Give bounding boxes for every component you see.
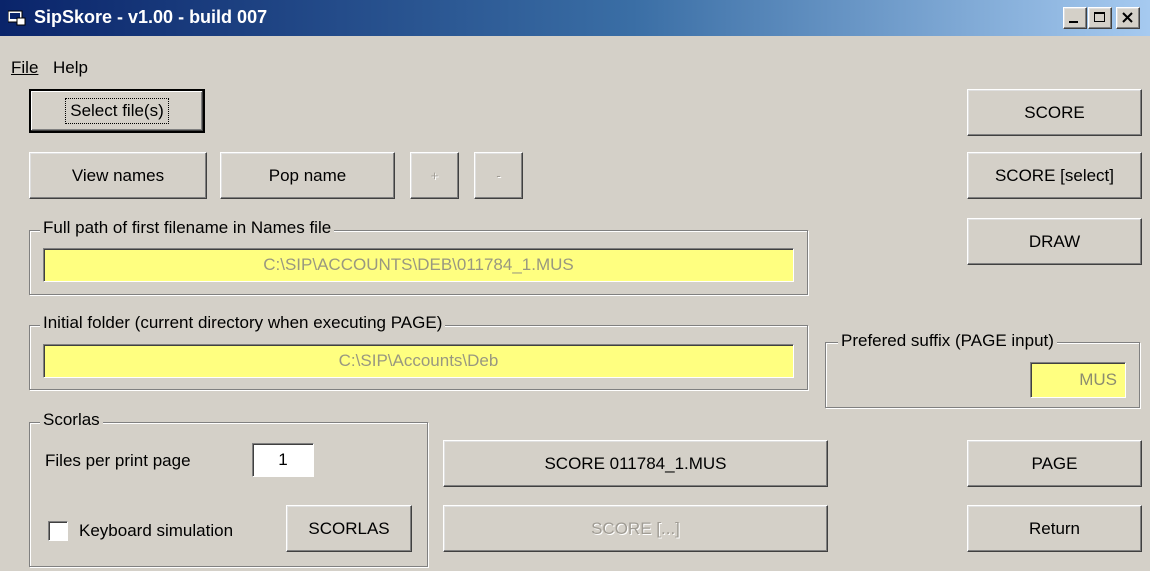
files-per-page-label: Files per print page: [45, 451, 191, 470]
view-names-button[interactable]: View names: [29, 152, 207, 199]
view-names-label: View names: [71, 165, 165, 185]
full-path-label: Full path of first filename in Names fil…: [40, 218, 335, 238]
window-title: SipSkore - v1.00 - build 007: [34, 7, 268, 27]
initial-folder-label: Initial folder (current directory when e…: [40, 313, 446, 333]
menu-file-label: File: [11, 58, 39, 77]
close-icon: [1122, 12, 1133, 23]
minus-label: -: [496, 168, 501, 183]
app-icon: [7, 10, 26, 26]
draw-button[interactable]: DRAW: [967, 218, 1142, 265]
return-button[interactable]: Return: [967, 505, 1142, 552]
full-path-value: C:\SIP\ACCOUNTS\DEB\011784_1.MUS: [263, 255, 574, 274]
suffix-value: MUS: [1079, 370, 1117, 389]
scorlas-label: Scorlas: [40, 410, 103, 430]
score-select-label: SCORE [select]: [994, 165, 1115, 185]
initial-folder-value: C:\SIP\Accounts\Deb: [338, 351, 499, 370]
keyboard-simulation-checkbox[interactable]: [48, 521, 68, 541]
full-path-field[interactable]: C:\SIP\ACCOUNTS\DEB\011784_1.MUS: [43, 248, 794, 282]
files-per-page-value: 1: [278, 450, 288, 469]
maximize-icon: [1094, 12, 1105, 22]
score-file-label: SCORE 011784_1.MUS: [544, 453, 727, 473]
score-label: SCORE: [1024, 102, 1085, 122]
suffix-label: Prefered suffix (PAGE input): [838, 331, 1057, 351]
keyboard-simulation-label: Keyboard simulation: [79, 521, 234, 540]
page-button[interactable]: PAGE: [967, 440, 1142, 487]
select-files-label: Select file(s): [65, 98, 169, 124]
maximize-button[interactable]: [1088, 7, 1112, 29]
close-button[interactable]: [1116, 7, 1140, 29]
score-multi-label: SCORE [...]: [591, 518, 680, 538]
score-file-button[interactable]: SCORE 011784_1.MUS: [443, 440, 828, 487]
scorlas-button[interactable]: SCORLAS: [286, 505, 412, 552]
files-per-page-input[interactable]: 1: [252, 443, 314, 477]
minimize-icon: [1069, 21, 1078, 23]
select-files-button[interactable]: Select file(s): [29, 89, 205, 133]
menu-help-label: Help: [53, 58, 88, 77]
score-multi-button[interactable]: SCORE [...]: [443, 505, 828, 552]
plus-button[interactable]: +: [410, 152, 459, 199]
score-button[interactable]: SCORE: [967, 89, 1142, 136]
title-bar: SipSkore - v1.00 - build 007: [0, 0, 1150, 36]
menu-help[interactable]: Help: [53, 58, 88, 78]
minimize-button[interactable]: [1063, 7, 1087, 29]
score-select-button[interactable]: SCORE [select]: [967, 152, 1142, 199]
initial-folder-field[interactable]: C:\SIP\Accounts\Deb: [43, 344, 794, 378]
suffix-field[interactable]: MUS: [1030, 362, 1126, 398]
minus-button[interactable]: -: [474, 152, 523, 199]
draw-label: DRAW: [1028, 231, 1081, 251]
plus-label: +: [430, 168, 439, 183]
menu-file[interactable]: File: [11, 58, 38, 78]
scorlas-button-label: SCORLAS: [308, 518, 390, 538]
pop-name-button[interactable]: Pop name: [220, 152, 395, 199]
pop-name-label: Pop name: [268, 165, 347, 185]
return-label: Return: [1028, 518, 1081, 538]
page-label: PAGE: [1031, 453, 1078, 473]
